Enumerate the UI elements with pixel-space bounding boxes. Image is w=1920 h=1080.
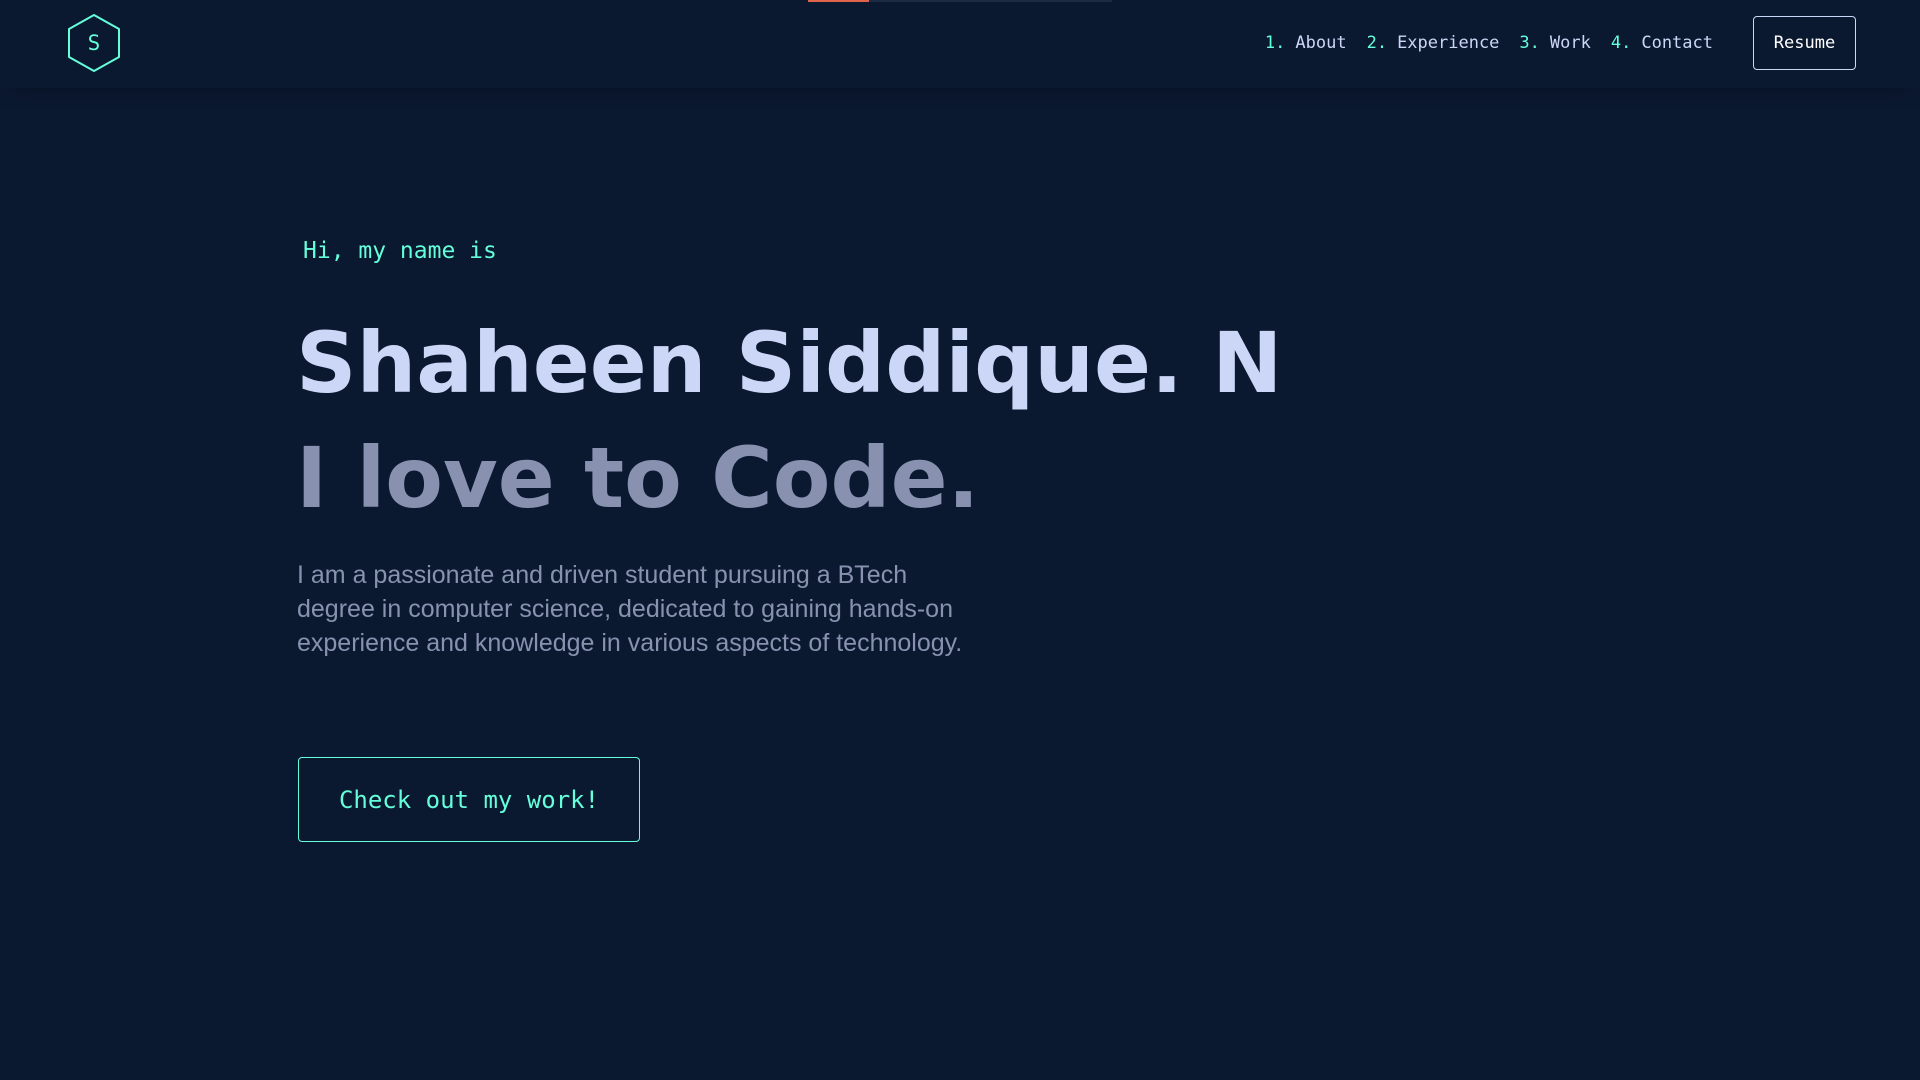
hero-name: Shaheen Siddique. N <box>296 314 1283 412</box>
nav-link-experience[interactable]: 2. Experience <box>1367 30 1500 56</box>
nav-link-work[interactable]: 3. Work <box>1519 30 1590 56</box>
hero-tagline: I love to Code. <box>296 429 980 527</box>
nav-label: Experience <box>1397 33 1500 53</box>
hero-intro: Hi, my name is <box>303 238 497 264</box>
nav-number: 3. <box>1519 33 1540 53</box>
nav-label: Work <box>1549 33 1591 53</box>
nav-number: 1. <box>1264 33 1286 53</box>
resume-button[interactable]: Resume <box>1753 16 1856 70</box>
scroll-progress-bar <box>808 0 1112 2</box>
nav-number: 4. <box>1610 33 1632 53</box>
scroll-progress-fill <box>808 0 869 2</box>
main-nav: 1. About 2. Experience 3. Work 4. Contac… <box>1245 30 1713 56</box>
hero-bio: I am a passionate and driven student pur… <box>297 561 963 657</box>
nav-number: 2. <box>1366 33 1388 53</box>
logo-letter: S <box>87 31 101 55</box>
nav-link-contact[interactable]: 4. Contact <box>1611 30 1713 56</box>
check-out-work-button[interactable]: Check out my work! <box>298 757 640 842</box>
hexagon-logo-icon[interactable]: S <box>64 13 124 73</box>
nav-label: Contact <box>1641 33 1713 53</box>
nav-label: About <box>1295 33 1347 53</box>
nav-link-about[interactable]: 1. About <box>1265 30 1347 56</box>
site-header: S 1. About 2. Experience 3. Work 4. Cont… <box>0 0 1920 88</box>
